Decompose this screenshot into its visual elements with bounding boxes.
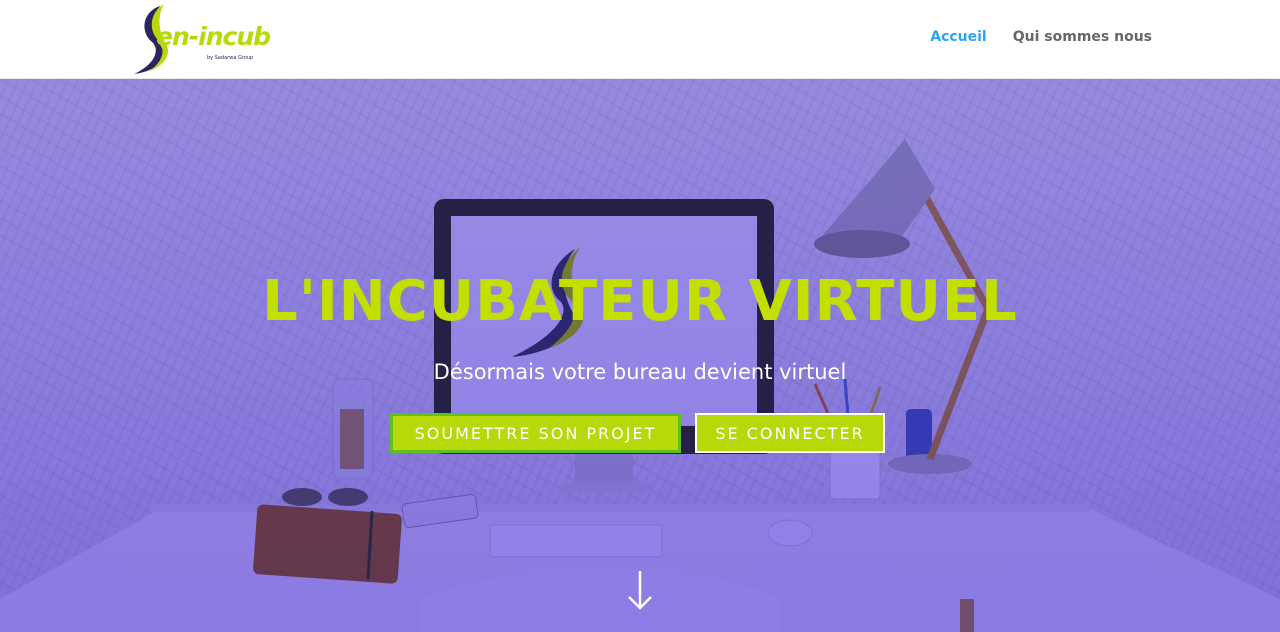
login-button[interactable]: SE CONNECTER — [695, 413, 885, 453]
nav-item-accueil[interactable]: Accueil — [930, 29, 987, 45]
logo-tagline: by Sadarwa Group — [207, 55, 254, 61]
hero-color-tint — [0, 79, 1280, 632]
arrow-down-icon[interactable] — [626, 569, 654, 611]
nav-item-qui-sommes-nous[interactable]: Qui sommes nous — [1013, 29, 1152, 45]
hero-subtitle: Désormais votre bureau devient virtuel — [433, 360, 847, 384]
site-header: en-incub by Sadarwa Group Accueil Qui so… — [0, 0, 1280, 79]
hero-title: L'INCUBATEUR VIRTUEL — [262, 269, 1018, 334]
site-logo[interactable]: en-incub by Sadarwa Group — [130, 2, 271, 76]
hero-section: L'INCUBATEUR VIRTUEL Désormais votre bur… — [0, 79, 1280, 632]
logo-wordmark: en-incub — [156, 22, 271, 51]
main-nav: Accueil Qui sommes nous — [930, 29, 1152, 45]
submit-project-button[interactable]: SOUMETTRE SON PROJET — [390, 413, 681, 453]
